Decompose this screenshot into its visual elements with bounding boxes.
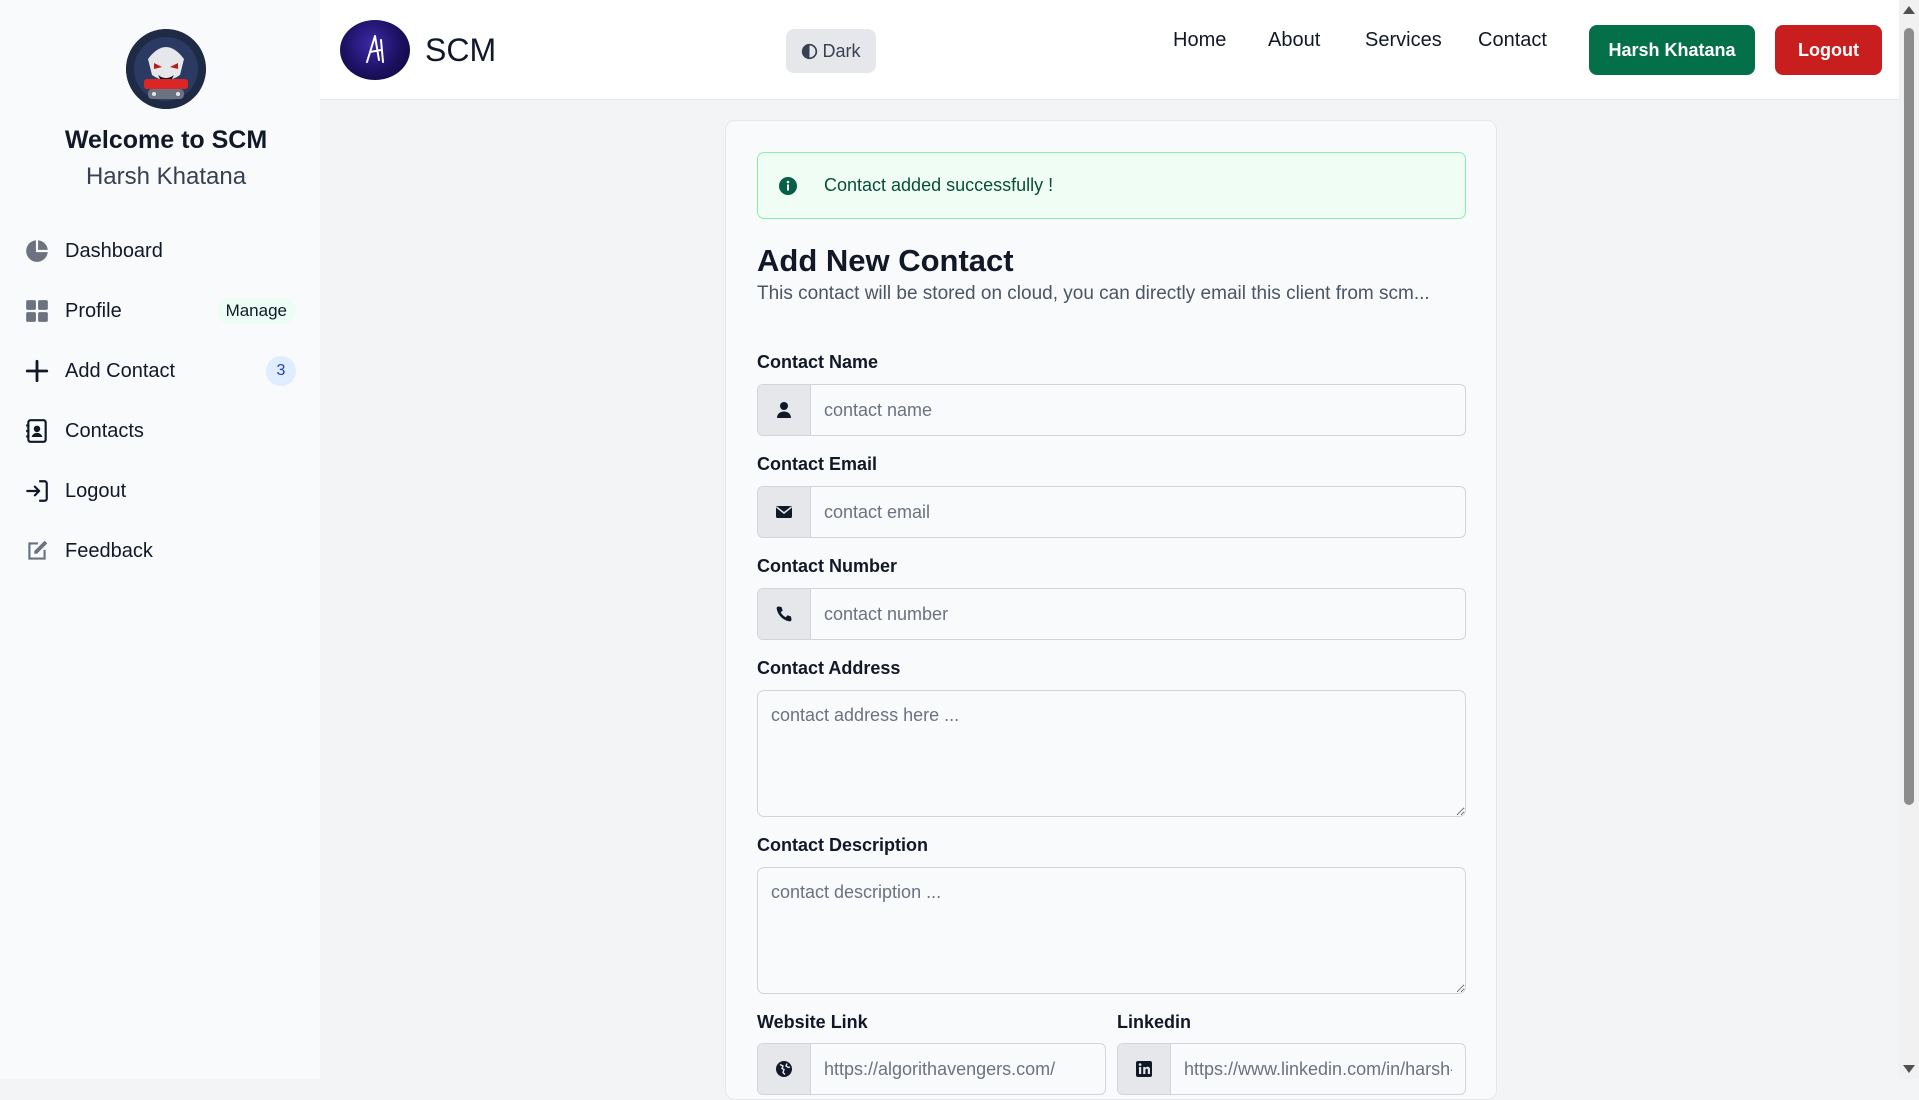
contact-number-label: Contact Number bbox=[757, 556, 898, 576]
sign-in-icon bbox=[24, 478, 50, 504]
alert-message: Contact added successfully ! bbox=[824, 175, 1054, 195]
form-subtitle: This contact will be stored on cloud, yo… bbox=[757, 283, 1430, 304]
avatar[interactable] bbox=[126, 29, 206, 109]
website-link-input[interactable] bbox=[811, 1044, 1105, 1094]
contact-email-label: Contact Email bbox=[757, 454, 878, 474]
brand-name[interactable]: SCM bbox=[425, 32, 496, 69]
sidebar-item-label: Dashboard bbox=[65, 239, 163, 262]
nav-link-services[interactable]: Services bbox=[1365, 29, 1442, 52]
sidebar-item-contacts[interactable]: Contacts bbox=[24, 401, 296, 461]
sidebar-nav: Dashboard Profile Manage Add Contact 3 C… bbox=[24, 221, 296, 581]
contact-email-group bbox=[757, 486, 1466, 538]
contact-address-label: Contact Address bbox=[757, 658, 901, 678]
contact-number-input[interactable] bbox=[811, 589, 1465, 639]
nav-link-about[interactable]: About bbox=[1268, 29, 1320, 52]
website-link-group bbox=[757, 1043, 1106, 1095]
scrollbar-thumb[interactable] bbox=[1904, 28, 1914, 805]
theme-toggle-button[interactable]: Dark bbox=[786, 29, 876, 73]
scroll-up-arrow-icon[interactable] bbox=[1903, 6, 1915, 14]
sidebar-item-label: Add Contact bbox=[65, 359, 176, 382]
contact-name-input[interactable] bbox=[811, 385, 1465, 435]
sidebar: Welcome to SCM Harsh Khatana Dashboard P… bbox=[0, 0, 320, 1079]
user-profile-button[interactable]: Harsh Khatana bbox=[1589, 25, 1755, 75]
address-book-icon bbox=[24, 418, 50, 444]
sidebar-item-label: Logout bbox=[65, 479, 127, 502]
manage-badge: Manage bbox=[216, 298, 296, 324]
sidebar-username: Harsh Khatana bbox=[85, 163, 247, 190]
contact-email-input[interactable] bbox=[811, 487, 1465, 537]
sidebar-item-label: Contacts bbox=[65, 419, 144, 442]
sidebar-item-label: Profile bbox=[65, 299, 122, 322]
plus-icon bbox=[24, 358, 50, 384]
info-circle-icon bbox=[778, 176, 798, 196]
gamer-avatar-icon bbox=[126, 29, 206, 109]
globe-icon bbox=[758, 1044, 811, 1094]
contact-count-badge: 3 bbox=[266, 356, 296, 386]
sidebar-item-feedback[interactable]: Feedback bbox=[24, 521, 296, 581]
form-title: Add New Contact bbox=[757, 243, 1014, 278]
pie-chart-icon bbox=[24, 238, 50, 264]
user-icon bbox=[758, 385, 811, 435]
grid-icon bbox=[24, 298, 50, 324]
theme-toggle-label: Dark bbox=[822, 40, 861, 61]
contact-name-label: Contact Name bbox=[757, 352, 879, 372]
success-alert: Contact added successfully ! bbox=[757, 152, 1466, 219]
scroll-down-arrow-icon[interactable] bbox=[1903, 1065, 1915, 1073]
sidebar-item-add-contact[interactable]: Add Contact 3 bbox=[24, 341, 296, 401]
logo[interactable] bbox=[340, 20, 410, 80]
envelope-icon bbox=[758, 487, 811, 537]
contact-address-textarea[interactable] bbox=[757, 690, 1466, 817]
top-navbar: SCM Dark Home About Services Contact Har… bbox=[320, 0, 1899, 100]
page-scrollbar[interactable] bbox=[1899, 0, 1919, 1079]
nav-link-home[interactable]: Home bbox=[1173, 29, 1226, 52]
sidebar-item-logout[interactable]: Logout bbox=[24, 461, 296, 521]
phone-icon bbox=[758, 589, 811, 639]
website-link-label: Website Link bbox=[757, 1012, 868, 1032]
sidebar-item-profile[interactable]: Profile Manage bbox=[24, 281, 296, 341]
contact-number-group bbox=[757, 588, 1466, 640]
linkedin-icon bbox=[1118, 1044, 1171, 1094]
logout-button[interactable]: Logout bbox=[1775, 25, 1882, 75]
linkedin-input[interactable] bbox=[1171, 1044, 1465, 1094]
linkedin-label: Linkedin bbox=[1117, 1012, 1192, 1032]
sidebar-item-label: Feedback bbox=[65, 539, 153, 562]
add-contact-card: Contact added successfully ! Add New Con… bbox=[725, 120, 1497, 1100]
contact-description-label: Contact Description bbox=[757, 835, 929, 855]
half-circle-icon bbox=[802, 43, 818, 59]
contact-name-group bbox=[757, 384, 1466, 436]
nav-link-contact[interactable]: Contact bbox=[1478, 29, 1547, 52]
linkedin-group bbox=[1117, 1043, 1466, 1095]
sidebar-item-dashboard[interactable]: Dashboard bbox=[24, 221, 296, 281]
welcome-heading: Welcome to SCM bbox=[64, 126, 268, 154]
contact-description-textarea[interactable] bbox=[757, 867, 1466, 994]
logo-icon bbox=[366, 35, 384, 63]
edit-icon bbox=[24, 538, 50, 564]
